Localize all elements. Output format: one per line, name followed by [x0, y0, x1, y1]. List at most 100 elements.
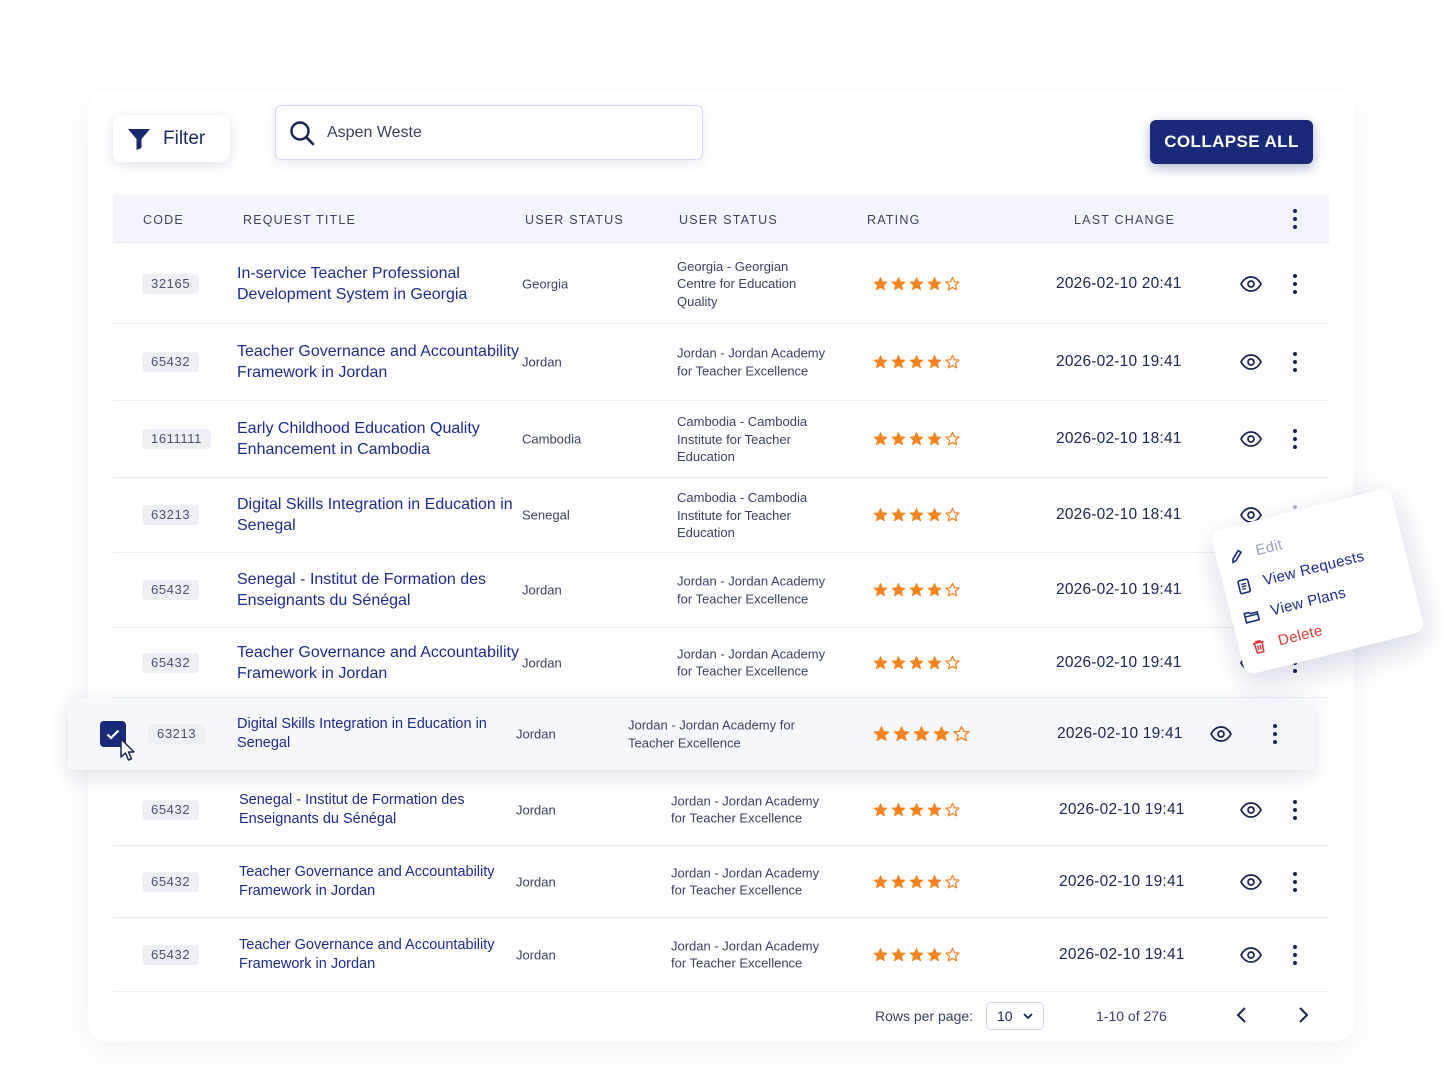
- chevron-right-icon[interactable]: [1296, 1006, 1310, 1024]
- star-filled-icon[interactable]: [893, 726, 910, 743]
- eye-icon[interactable]: [1240, 801, 1262, 818]
- row-more-icon[interactable]: [1285, 350, 1305, 374]
- table-row[interactable]: 1611111 Early Childhood Education Quality…: [113, 401, 1329, 478]
- column-header-request-title[interactable]: REQUEST TITLE: [243, 213, 356, 227]
- star-outline-icon[interactable]: [945, 582, 960, 598]
- star-outline-icon[interactable]: [945, 276, 960, 291]
- rating-stars[interactable]: [873, 582, 960, 598]
- request-title-link[interactable]: Teacher Governance and Accountability Fr…: [239, 863, 499, 901]
- filter-button[interactable]: Filter: [113, 115, 230, 162]
- row-more-icon[interactable]: [1285, 272, 1305, 296]
- search-input[interactable]: [327, 123, 687, 142]
- star-filled-icon[interactable]: [927, 655, 942, 670]
- table-row[interactable]: 63213 Digital Skills Integration in Educa…: [113, 478, 1329, 553]
- rating-stars[interactable]: [873, 276, 960, 291]
- chevron-left-icon[interactable]: [1235, 1006, 1249, 1024]
- star-filled-icon[interactable]: [873, 508, 888, 523]
- star-filled-icon[interactable]: [909, 432, 924, 447]
- row-more-icon[interactable]: [1285, 798, 1305, 822]
- star-outline-icon[interactable]: [945, 802, 960, 817]
- table-row[interactable]: 63213 Digital Skills Integration in Educa…: [68, 698, 1314, 770]
- star-filled-icon[interactable]: [891, 802, 906, 817]
- star-filled-icon[interactable]: [891, 874, 906, 889]
- request-title-link[interactable]: Senegal - Institut de Formation des Ense…: [237, 569, 522, 611]
- star-filled-icon[interactable]: [873, 802, 888, 817]
- star-filled-icon[interactable]: [909, 355, 924, 370]
- star-filled-icon[interactable]: [873, 276, 888, 291]
- rating-stars[interactable]: [873, 507, 960, 523]
- star-filled-icon[interactable]: [891, 432, 906, 447]
- star-filled-icon[interactable]: [909, 947, 924, 962]
- star-filled-icon[interactable]: [927, 874, 942, 889]
- star-filled-icon[interactable]: [927, 583, 942, 598]
- collapse-all-button[interactable]: COLLAPSE ALL: [1150, 120, 1313, 164]
- star-filled-icon[interactable]: [873, 947, 888, 962]
- table-row[interactable]: 32165 In-service Teacher Professional Dev…: [113, 244, 1329, 324]
- star-outline-icon[interactable]: [945, 947, 960, 962]
- request-title-link[interactable]: Teacher Governance and Accountability Fr…: [237, 642, 522, 684]
- star-filled-icon[interactable]: [891, 583, 906, 598]
- star-filled-icon[interactable]: [873, 583, 888, 598]
- rows-per-page-select[interactable]: 10: [986, 1002, 1044, 1030]
- column-header-code[interactable]: CODE: [143, 213, 184, 227]
- star-outline-icon[interactable]: [945, 507, 960, 523]
- rating-stars[interactable]: [873, 655, 960, 670]
- rating-stars[interactable]: [873, 431, 960, 447]
- request-title-link[interactable]: Digital Skills Integration in Education …: [237, 715, 497, 753]
- request-title-link[interactable]: Teacher Governance and Accountability Fr…: [237, 341, 522, 383]
- star-filled-icon[interactable]: [909, 508, 924, 523]
- column-header-user-status-org[interactable]: USER STATUS: [679, 213, 778, 227]
- table-row[interactable]: 65432 Senegal - Institut de Formation des…: [113, 774, 1329, 846]
- eye-icon[interactable]: [1240, 275, 1262, 292]
- request-title-link[interactable]: In-service Teacher Professional Developm…: [237, 263, 522, 305]
- column-header-rating[interactable]: RATING: [867, 213, 921, 227]
- rating-stars[interactable]: [873, 725, 970, 743]
- table-row[interactable]: 65432 Teacher Governance and Accountabili…: [113, 846, 1329, 918]
- eye-icon[interactable]: [1240, 354, 1262, 370]
- star-filled-icon[interactable]: [891, 355, 906, 370]
- eye-icon[interactable]: [1240, 431, 1262, 447]
- star-outline-icon[interactable]: [945, 655, 960, 670]
- star-outline-icon[interactable]: [945, 354, 960, 370]
- star-filled-icon[interactable]: [873, 432, 888, 447]
- star-filled-icon[interactable]: [909, 655, 924, 670]
- star-filled-icon[interactable]: [873, 355, 888, 370]
- star-filled-icon[interactable]: [927, 947, 942, 962]
- row-more-icon[interactable]: [1285, 870, 1305, 894]
- star-filled-icon[interactable]: [909, 802, 924, 817]
- star-filled-icon[interactable]: [927, 432, 942, 447]
- rating-stars[interactable]: [873, 802, 960, 817]
- table-row[interactable]: 65432 Teacher Governance and Accountabili…: [113, 628, 1329, 698]
- eye-icon[interactable]: [1240, 873, 1262, 890]
- table-row[interactable]: 65432 Teacher Governance and Accountabili…: [113, 918, 1329, 992]
- star-filled-icon[interactable]: [909, 874, 924, 889]
- star-filled-icon[interactable]: [927, 802, 942, 817]
- eye-icon[interactable]: [1210, 726, 1232, 742]
- star-filled-icon[interactable]: [891, 508, 906, 523]
- column-header-user-status[interactable]: USER STATUS: [525, 213, 624, 227]
- rating-stars[interactable]: [873, 354, 960, 370]
- table-row[interactable]: 65432 Senegal - Institut de Formation des…: [113, 553, 1329, 628]
- search-box[interactable]: [275, 105, 703, 160]
- column-header-last-change[interactable]: LAST CHANGE: [1074, 213, 1175, 227]
- eye-icon[interactable]: [1240, 946, 1262, 963]
- star-filled-icon[interactable]: [909, 276, 924, 291]
- row-more-icon[interactable]: [1265, 722, 1285, 746]
- request-title-link[interactable]: Teacher Governance and Accountability Fr…: [239, 936, 499, 974]
- star-filled-icon[interactable]: [891, 947, 906, 962]
- request-title-link[interactable]: Early Childhood Education Quality Enhanc…: [237, 418, 522, 460]
- header-more-icon[interactable]: [1285, 207, 1305, 231]
- star-filled-icon[interactable]: [913, 726, 930, 743]
- request-title-link[interactable]: Senegal - Institut de Formation des Ense…: [239, 791, 499, 829]
- row-more-icon[interactable]: [1285, 943, 1305, 967]
- star-filled-icon[interactable]: [927, 276, 942, 291]
- rating-stars[interactable]: [873, 874, 960, 889]
- star-outline-icon[interactable]: [945, 874, 960, 889]
- star-filled-icon[interactable]: [873, 655, 888, 670]
- star-filled-icon[interactable]: [909, 583, 924, 598]
- rating-stars[interactable]: [873, 947, 960, 962]
- star-filled-icon[interactable]: [927, 508, 942, 523]
- star-filled-icon[interactable]: [891, 655, 906, 670]
- star-outline-icon[interactable]: [953, 725, 970, 743]
- star-filled-icon[interactable]: [873, 874, 888, 889]
